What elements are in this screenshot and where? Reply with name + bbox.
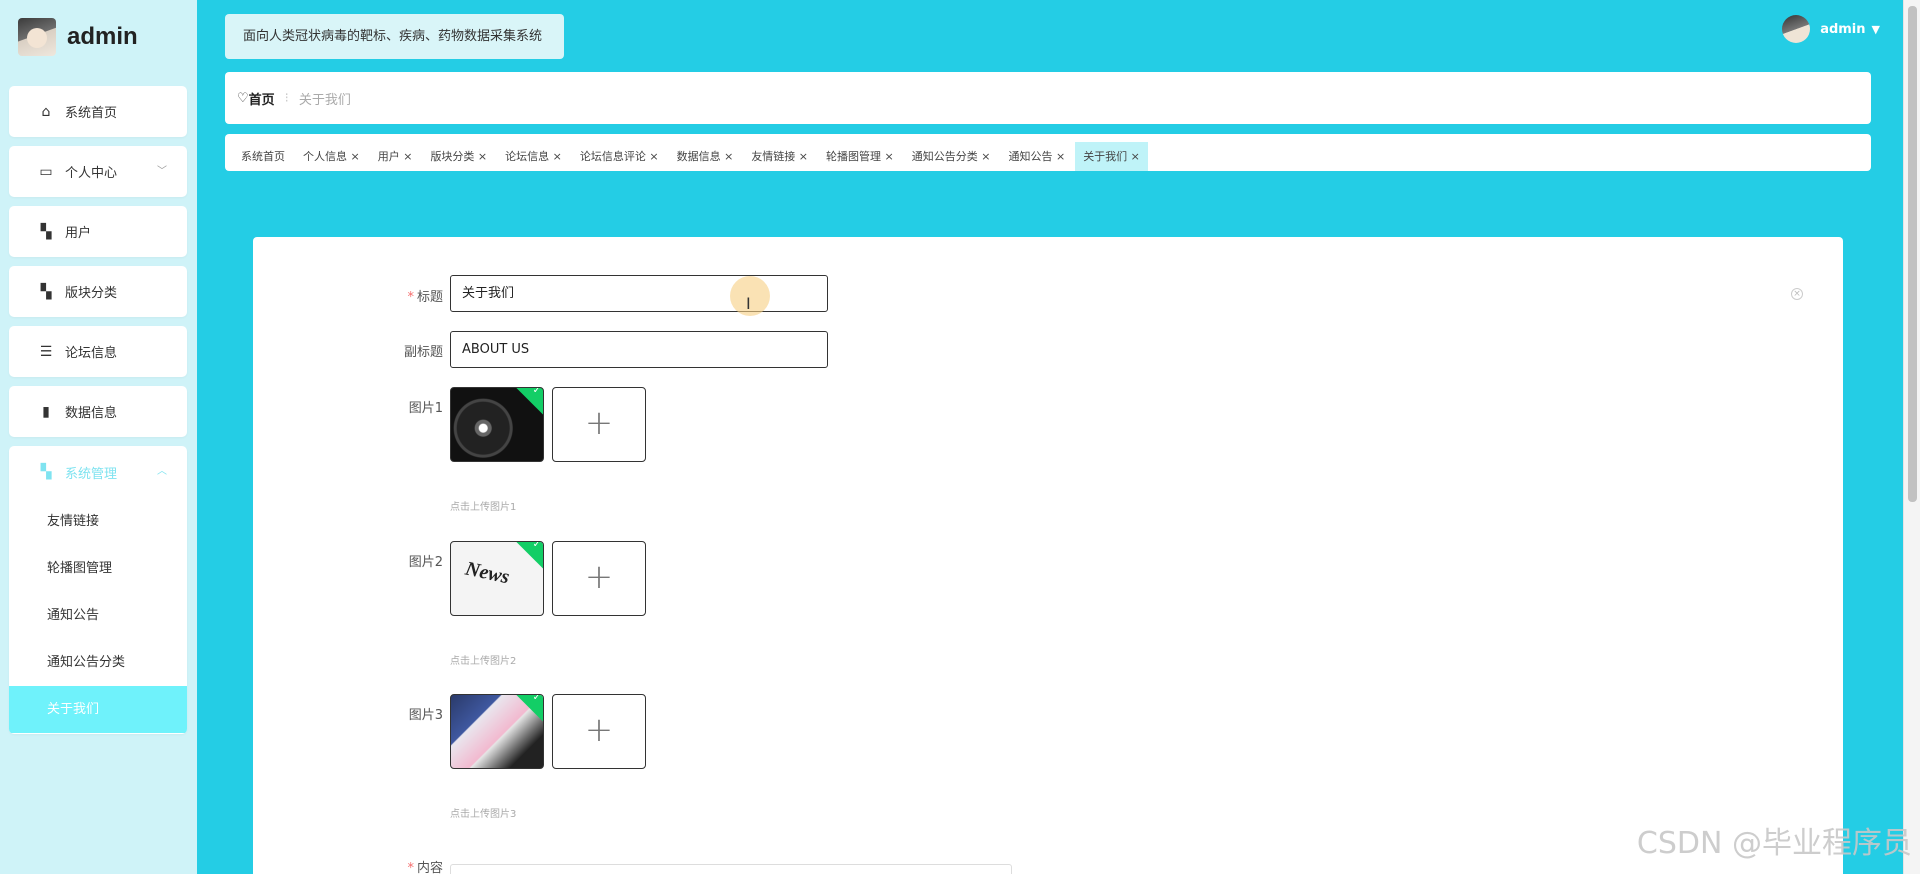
sidebar-group-system: ▚ 系统管理 ︿ 友情链接 轮播图管理 通知公告 通知公告分类 关于我们 [9,446,187,734]
image1-label: 图片1 [408,401,443,416]
uploaded-badge: ✓ [515,541,543,569]
home-icon: ⌂ [41,103,51,120]
page-scrollbar[interactable] [1903,0,1920,874]
sidebar-item-label: 系统首页 [65,106,118,121]
breadcrumb-current: 关于我们 [298,92,351,108]
id-card-icon: ▭ [39,163,53,180]
sidebar-item-data[interactable]: ▮ 数据信息 [9,386,187,437]
image2-text: News [463,557,512,589]
app-title: 面向人类冠状病毒的靶标、疾病、药物数据采集系统 [225,14,564,59]
scrollbar-thumb[interactable] [1908,6,1917,502]
sidebar-item-home[interactable]: ⌂ 系统首页 [9,86,187,137]
image3-upload-button[interactable]: + [552,694,646,769]
tab-section-category[interactable]: 版块分类 × [430,148,487,171]
sidebar-item-users[interactable]: ▚ 用户 [9,206,187,257]
sidebar-item-label: 版块分类 [65,286,118,301]
sidebar-item-system[interactable]: ▚ 系统管理 ︿ [9,446,187,498]
image2-label: 图片2 [408,555,443,570]
tab-about[interactable]: 关于我们 × [1075,142,1148,171]
title-label: * 标题 [407,290,443,305]
breadcrumb-home[interactable]: 首页 [249,89,275,108]
user-avatar [1782,15,1811,43]
breadcrumb-separator: ⁝ [284,90,289,106]
image1-thumbnail[interactable]: ✓ [450,387,544,462]
avatar [18,18,56,56]
grid-icon: ▚ [40,464,52,480]
user-name: admin [1820,21,1866,37]
sidebar-subitem-notice-category[interactable]: 通知公告分类 [9,639,187,686]
image3-hint: 点击上传图片3 [450,809,517,820]
text-cursor-icon: I [746,294,751,313]
uploaded-badge: ✓ [515,694,543,722]
sidebar-item-forum[interactable]: ☰ 论坛信息 [9,326,187,377]
heart-icon: ♡ [237,90,249,106]
brand: admin [18,18,138,56]
tab-links[interactable]: 友情链接 × [751,148,808,171]
uploaded-badge: ✓ [515,387,543,415]
check-icon: ✓ [532,694,541,704]
watermark: CSDN @毕业程序员 [1636,826,1912,861]
subtitle-input[interactable]: ABOUT US [450,331,828,368]
image1-hint: 点击上传图片1 [450,502,517,513]
sidebar-item-personal[interactable]: ▭ 个人中心 ﹀ [9,146,187,197]
sidebar-subitem-about[interactable]: 关于我们 [9,686,187,733]
form-card: × * 标题 关于我们 I 副标题 ABOUT US 图片1 ✓ + 点击上传图片… [253,237,1843,874]
tab-notice[interactable]: 通知公告 × [1008,148,1065,171]
grid-icon: ▚ [40,283,52,300]
close-icon[interactable]: × [1791,288,1803,300]
tab-data[interactable]: 数据信息 × [677,148,734,171]
tab-users[interactable]: 用户 × [378,148,413,171]
sidebar-item-section-category[interactable]: ▚ 版块分类 [9,266,187,317]
grid-icon: ▚ [40,223,52,240]
image3-thumbnail[interactable]: ✓ [450,694,544,769]
content-label: * 内容 [407,861,443,874]
tab-bar: 系统首页 个人信息 × 用户 × 版块分类 × 论坛信息 × 论坛信息评论 × … [225,134,1871,171]
sidebar-item-label: 论坛信息 [65,346,118,361]
tab-personal[interactable]: 个人信息 × [303,148,360,171]
tab-home[interactable]: 系统首页 [241,148,285,171]
chevron-up-icon: ︿ [157,466,167,477]
sidebar-subitem-links[interactable]: 友情链接 [9,498,187,545]
check-icon: ✓ [532,541,541,551]
sidebar-subitem-carousel[interactable]: 轮播图管理 [9,545,187,592]
sidebar-item-label: 数据信息 [65,406,118,421]
image2-upload-button[interactable]: + [552,541,646,616]
sidebar: admin ⌂ 系统首页 ▭ 个人中心 ﹀ ▚ 用户 ▚ 版块分类 ☰ 论坛信息 ▮ 数据信息… [0,0,197,874]
sidebar-subitem-notice[interactable]: 通知公告 [9,592,187,639]
breadcrumb: ♡ 首页 ⁝ 关于我们 [225,72,1871,124]
sidebar-item-label: 系统管理 [65,466,118,482]
content-editor[interactable] [450,864,1012,874]
image1-upload-button[interactable]: + [552,387,646,462]
user-menu[interactable]: admin ▼ [1782,15,1880,43]
tab-forum-comments[interactable]: 论坛信息评论 × [580,148,659,171]
image2-hint: 点击上传图片2 [450,656,517,667]
check-icon: ✓ [532,387,541,397]
brand-username: admin [67,23,138,50]
tab-forum[interactable]: 论坛信息 × [505,148,562,171]
image3-label: 图片3 [408,708,443,723]
subtitle-label: 副标题 [403,345,443,360]
sidebar-item-label: 用户 [65,226,92,241]
chevron-down-icon: ﹀ [157,166,167,177]
title-input[interactable]: 关于我们 I [450,275,828,316]
tab-notice-category[interactable]: 通知公告分类 × [912,148,991,171]
book-icon: ▮ [42,403,50,420]
tab-carousel[interactable]: 轮播图管理 × [826,148,894,171]
sidebar-item-label: 个人中心 [65,166,118,181]
sliders-icon: ☰ [39,343,53,360]
sidebar-menu: ⌂ 系统首页 ▭ 个人中心 ﹀ ▚ 用户 ▚ 版块分类 ☰ 论坛信息 ▮ 数据信息 ▚ 系统管理… [9,86,187,743]
caret-down-icon: ▼ [1871,22,1880,36]
image2-thumbnail[interactable]: News ✓ [450,541,544,616]
